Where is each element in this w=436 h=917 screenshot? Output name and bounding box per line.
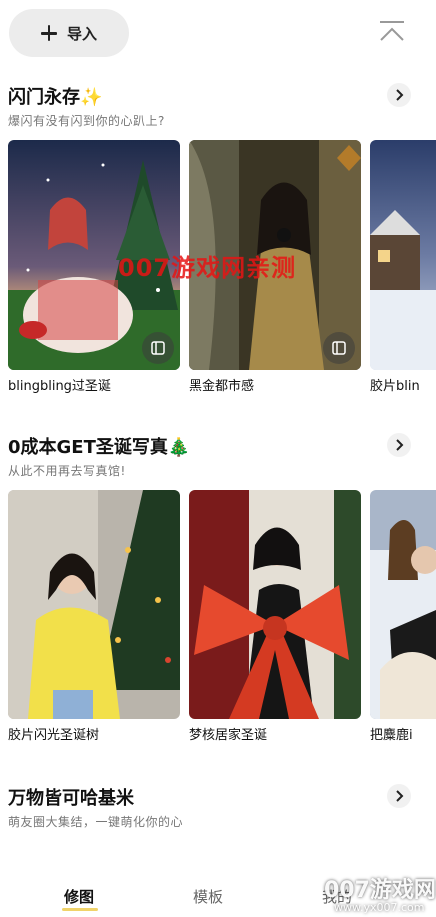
chevron-right-icon — [396, 89, 404, 101]
template-card[interactable] — [189, 490, 361, 719]
card-label: 把麋鹿i — [370, 728, 413, 743]
section-title: 0成本GET圣诞写真🎄 — [8, 437, 191, 458]
import-button[interactable]: 导入 — [9, 9, 129, 57]
card-image — [370, 140, 436, 370]
nav-item-templates[interactable]: 模板 — [193, 886, 223, 907]
chevron-right-icon — [396, 439, 404, 451]
section-subtitle: 从此不用再去写真馆! — [8, 464, 126, 478]
card-image — [189, 490, 361, 719]
live-photo-badge — [142, 332, 174, 364]
section-flash: 闪门永存✨ 爆闪有没有闪到你的心趴上? blingbling过圣诞 黑金都市感 … — [0, 83, 436, 394]
card-label: blingbling过圣诞 — [8, 379, 111, 394]
import-label: 导入 — [66, 24, 97, 43]
site-watermark-title: 007游戏网 — [324, 878, 436, 903]
card-label: 黑金都市感 — [189, 379, 255, 394]
section-more-button[interactable] — [387, 83, 411, 107]
template-card[interactable] — [370, 490, 436, 719]
template-card[interactable] — [370, 140, 436, 370]
play-badge-icon — [332, 341, 346, 355]
nav-item-edit[interactable]: 修图 — [64, 886, 94, 907]
card-label: 胶片blin — [370, 379, 420, 394]
template-card[interactable] — [8, 490, 180, 719]
play-badge-icon — [151, 341, 165, 355]
section-cute-pets: 万物皆可哈基米 萌友圈大集结，一键萌化你的心 — [0, 784, 436, 854]
section-title: 闪门永存✨ — [8, 87, 103, 108]
live-photo-badge — [323, 332, 355, 364]
card-image — [370, 490, 436, 719]
watermark-text: 007游戏网亲测 — [118, 254, 297, 282]
plus-icon — [40, 25, 57, 41]
card-image — [8, 490, 180, 719]
section-more-button[interactable] — [387, 784, 411, 808]
card-label: 胶片闪光圣诞树 — [8, 728, 100, 743]
card-label: 梦核居家圣诞 — [189, 728, 268, 743]
chevron-right-icon — [396, 790, 404, 802]
site-watermark-url: www.yx007.com — [334, 901, 425, 914]
section-more-button[interactable] — [387, 433, 411, 457]
section-subtitle: 爆闪有没有闪到你的心趴上? — [8, 114, 165, 128]
collapse-up-icon[interactable] — [378, 20, 406, 42]
section-title: 万物皆可哈基米 — [8, 788, 134, 809]
section-subtitle: 萌友圈大集结，一键萌化你的心 — [8, 815, 184, 829]
nav-active-indicator — [62, 908, 98, 911]
section-christmas-portrait: 0成本GET圣诞写真🎄 从此不用再去写真馆! 胶片闪光圣诞树 梦核居家圣诞 把麋… — [0, 433, 436, 745]
